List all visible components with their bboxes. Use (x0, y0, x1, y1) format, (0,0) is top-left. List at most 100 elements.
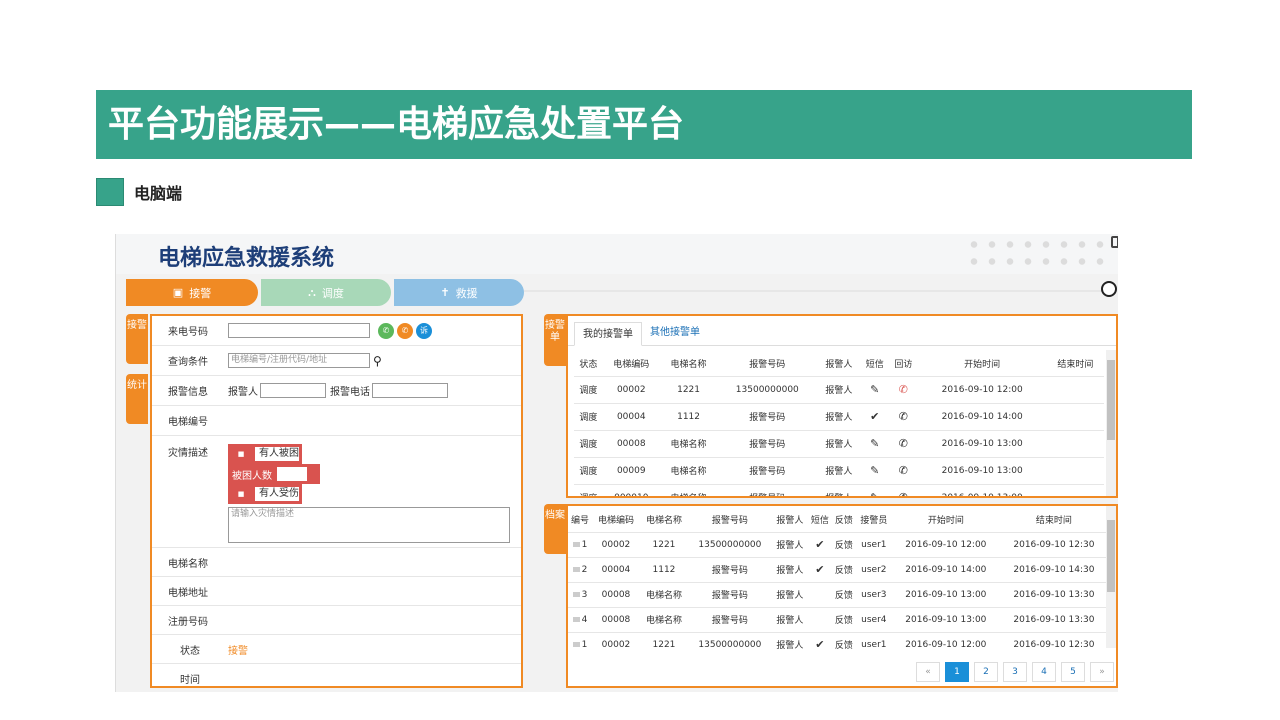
row-checkbox[interactable] (572, 566, 580, 572)
cell-start: 2016-09-10 12:00 (917, 375, 1047, 403)
cell-visit: ✆ (889, 483, 918, 496)
cell-sms: ✎ (860, 483, 890, 496)
option-trapped-count[interactable]: 被困人数 (228, 464, 320, 484)
cell-feedback[interactable]: 反馈 (831, 531, 856, 557)
table-row[interactable]: 2 00004 1112 报警号码 报警人 ✔ 反馈 user2 2016-09-10 14:0… (568, 556, 1108, 582)
column-header: 报警人 (825, 360, 853, 371)
cell-code: 00008 (592, 606, 640, 632)
table-row[interactable]: 3 00008 电梯名称 报警号码 报警人 反馈 user3 2016-09-10 13:00… (568, 581, 1108, 607)
option-trapped[interactable]: ■ 有人被困 (228, 444, 302, 464)
cell-name: 电梯名称 (659, 483, 718, 496)
cell-phone: 13500000000 (717, 375, 818, 403)
row-checkbox[interactable] (572, 616, 580, 622)
tab-other-alarms[interactable]: 其他接警单 (642, 321, 708, 345)
nav-tab-label: 救援 (455, 286, 478, 300)
table-row[interactable]: 1 00002 1221 13500000000 报警人 ✔ 反馈 user1 2016-09-… (568, 631, 1108, 657)
cell-visit: ✆ (889, 429, 918, 457)
column-header: 电梯名称 (645, 516, 682, 527)
hangup-call-icon[interactable]: ✆ (397, 322, 413, 339)
nav-tab-jiuyuan[interactable]: ✝ 救援 (394, 279, 524, 306)
cell-phone: 报警号码 (717, 456, 818, 484)
nav-tab-jiejing[interactable]: ▣ 接警 (126, 279, 258, 306)
page-button[interactable]: 5 (1061, 662, 1085, 682)
disaster-description-textarea[interactable]: 请输入灾情描述 (228, 507, 510, 543)
side-tab-jiejingdan[interactable]: 接警单 (544, 314, 566, 366)
alarm-tabs: 我的接警单 其他接警单 (568, 316, 1116, 346)
page-button[interactable]: « (916, 662, 940, 682)
search-icon[interactable]: ⚲ (373, 354, 382, 368)
column-header: 报警号码 (749, 360, 786, 371)
table-row[interactable]: 调度 00008 电梯名称 报警号码 报警人 ✎ ✆ 2016-09-10 13:00 (574, 429, 1104, 457)
tab-my-alarms[interactable]: 我的接警单 (574, 322, 642, 346)
alarm-form-panel: 来电号码 ✆ ✆ 诉 查询条件 电梯编号/注册代码/地址 ⚲ 报警信息 报警人 … (150, 314, 523, 688)
cell-end (1046, 375, 1104, 403)
check-icon[interactable]: ✔ (870, 410, 879, 423)
phone-icon[interactable]: ✆ (899, 464, 908, 477)
alarm-scrollbar[interactable] (1106, 350, 1116, 496)
window-icon[interactable] (1111, 236, 1118, 248)
report-label: 报警信息 (168, 387, 208, 398)
reporter-label: 报警人 (228, 387, 258, 398)
phone-label: 报警电话 (330, 387, 370, 398)
row-checkbox[interactable] (572, 591, 580, 597)
page-button[interactable]: 2 (974, 662, 998, 682)
table-row[interactable]: 调度000010电梯名称报警号码报警人 ✎ ✆ 2016-09-10 13:00 (574, 483, 1104, 496)
row-checkbox[interactable] (572, 541, 580, 547)
cell-name: 1221 (659, 375, 718, 403)
page-button[interactable]: 3 (1003, 662, 1027, 682)
query-input[interactable]: 电梯编号/注册代码/地址 (228, 353, 370, 368)
cell-sms (807, 581, 832, 607)
row-checkbox[interactable] (572, 641, 580, 647)
user-avatar-icon[interactable] (1101, 281, 1117, 297)
edit-icon[interactable]: ✎ (870, 491, 879, 496)
page-button[interactable]: 4 (1032, 662, 1056, 682)
reporter-input[interactable] (260, 383, 326, 398)
form-row-time: 时间 (152, 664, 521, 686)
cell-feedback[interactable]: 反馈 (831, 581, 856, 607)
cell-person: 报警人 (771, 556, 808, 582)
cell-person: 报警人 (817, 456, 861, 484)
side-tab-dangan[interactable]: 档案 (544, 504, 566, 554)
side-tab-tongji[interactable]: 统计 (126, 374, 148, 424)
cell-person: 报警人 (817, 375, 861, 403)
table-row[interactable]: 1 00002 1221 13500000000 报警人 ✔ 反馈 user1 2016-09-… (568, 531, 1108, 557)
edit-icon[interactable]: ✎ (870, 437, 879, 450)
cell-start: 2016-09-10 13:00 (917, 483, 1047, 496)
table-row[interactable]: 调度 00009 电梯名称 报警号码 报警人 ✎ ✆ 2016-09-10 13:00 (574, 456, 1104, 484)
cell-feedback[interactable]: 反馈 (831, 556, 856, 582)
caller-label: 来电号码 (168, 327, 208, 338)
table-row[interactable]: 调度 00002 1221 13500000000 报警人 ✎ ✆ 2016-09-10 12… (574, 375, 1104, 403)
form-row-elevator-addr: 电梯地址 (152, 577, 521, 606)
caller-input[interactable] (228, 323, 370, 338)
scroll-thumb[interactable] (1107, 360, 1115, 440)
cell-operator: user1 (855, 531, 892, 557)
cell-status: 调度 (574, 402, 603, 430)
page-button[interactable]: » (1090, 662, 1114, 682)
option-injured[interactable]: ■ 有人受伤 (228, 484, 302, 504)
trapped-count-input[interactable] (276, 466, 308, 482)
phone-icon[interactable]: ✆ (899, 383, 908, 396)
app-title: 电梯应急救援系统 (158, 245, 335, 271)
answer-call-icon[interactable]: ✆ (378, 322, 394, 339)
disaster-options: ■ 有人被困 被困人数 ■ 有人受伤 请输入灾情描述 (228, 444, 510, 543)
scroll-thumb[interactable] (1107, 520, 1115, 592)
archive-scrollbar[interactable] (1106, 506, 1116, 648)
cell-code: 00009 (602, 456, 660, 484)
complaint-button[interactable]: 诉 (416, 322, 432, 339)
nav-tab-diaodu[interactable]: ⛬ 调度 (261, 279, 391, 306)
status-label: 状态 (180, 645, 200, 657)
side-tab-jiejing[interactable]: 接警 (126, 314, 148, 364)
phone-input[interactable] (372, 383, 448, 398)
cell-feedback[interactable]: 反馈 (831, 606, 856, 632)
phone-icon[interactable]: ✆ (899, 437, 908, 450)
pagination: «1 2 3 4 5» (916, 662, 1114, 682)
cell-no: 4 (568, 606, 592, 632)
phone-icon[interactable]: ✆ (899, 410, 908, 423)
cell-feedback[interactable]: 反馈 (831, 631, 856, 657)
edit-icon[interactable]: ✎ (870, 464, 879, 477)
edit-icon[interactable]: ✎ (870, 383, 879, 396)
table-row[interactable]: 调度 00004 1112 报警号码 报警人 ✔ ✆ 2016-09-10 14:00 (574, 402, 1104, 430)
page-button[interactable]: 1 (945, 662, 969, 682)
phone-icon[interactable]: ✆ (899, 491, 908, 496)
table-row[interactable]: 4 00008 电梯名称 报警号码 报警人 反馈 user4 2016-09-10 13:00… (568, 606, 1108, 632)
